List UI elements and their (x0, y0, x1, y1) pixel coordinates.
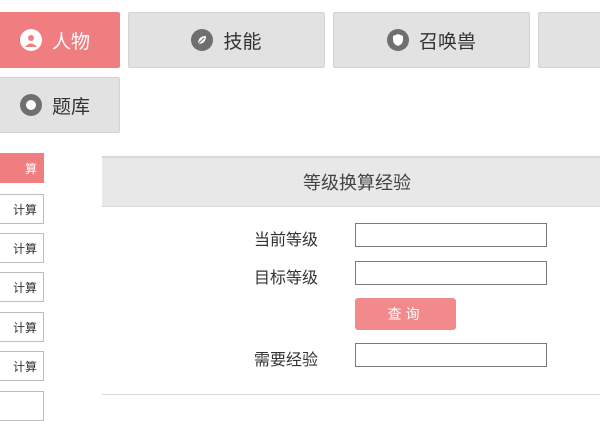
required-exp-label: 需要经验 (254, 350, 319, 369)
tab-more[interactable] (538, 12, 600, 68)
current-level-label: 当前等级 (254, 230, 319, 249)
tab-character-label: 人物 (51, 30, 90, 53)
required-exp-output[interactable] (355, 343, 547, 367)
person-icon (19, 29, 42, 51)
sidebar-item-3[interactable]: 计算 (0, 233, 44, 263)
tab-skills[interactable]: 技能 (128, 12, 325, 68)
divider (102, 394, 600, 395)
query-button[interactable]: 查询 (355, 298, 456, 330)
sidebar-item-7[interactable] (0, 391, 44, 421)
shield-icon (386, 29, 409, 51)
sidebar-item-label: 计算 (12, 202, 37, 217)
question-icon (19, 94, 42, 116)
sidebar-item-label: 计算 (12, 241, 37, 256)
target-level-input[interactable] (355, 261, 547, 285)
leaf-icon (191, 29, 214, 51)
panel-title: 等级换算经验 (102, 156, 600, 207)
sidebar-item-label: 计算 (12, 280, 37, 295)
sidebar-item-label: 计算 (12, 320, 37, 335)
current-level-input[interactable] (355, 223, 547, 247)
tab-summon-label: 召唤兽 (418, 30, 476, 53)
tab-skills-label: 技能 (223, 30, 262, 53)
tab-question-bank[interactable]: 题库 (0, 77, 120, 133)
tab-summon[interactable]: 召唤兽 (333, 12, 530, 68)
sidebar-item-label: 算 (24, 161, 37, 176)
sidebar-item-1[interactable]: 算 (0, 153, 44, 183)
sidebar-item-6[interactable]: 计算 (0, 351, 44, 381)
sidebar-item-label: 计算 (12, 359, 37, 374)
sidebar-item-4[interactable]: 计算 (0, 272, 44, 302)
target-level-label: 目标等级 (254, 268, 319, 287)
sidebar-item-5[interactable]: 计算 (0, 312, 44, 342)
tab-question-bank-label: 题库 (51, 95, 90, 118)
tab-character[interactable]: 人物 (0, 12, 120, 68)
sidebar-item-2[interactable]: 计算 (0, 194, 44, 224)
